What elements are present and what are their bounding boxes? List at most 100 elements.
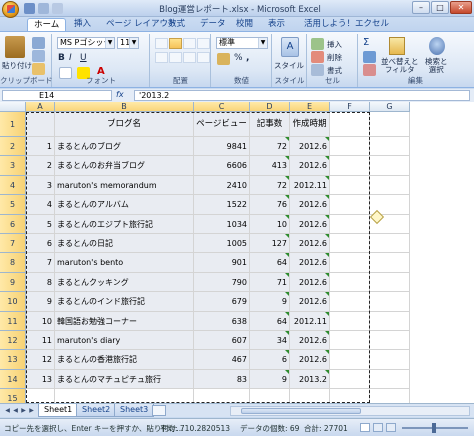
cell[interactable] <box>330 292 370 312</box>
table-cell-pv[interactable]: 6606 <box>194 156 250 176</box>
cell[interactable] <box>330 272 370 293</box>
zoom-slider-thumb[interactable] <box>432 423 436 433</box>
table-header-cell[interactable]: 記事数 <box>250 112 290 137</box>
table-cell-pv[interactable]: 467 <box>194 350 250 370</box>
table-cell-pv[interactable]: 638 <box>194 311 250 331</box>
table-cell-name[interactable]: 韓国語お勉強コーナー <box>55 311 194 331</box>
first-sheet-icon[interactable]: ◀ <box>4 406 11 415</box>
cell[interactable] <box>370 253 410 273</box>
row-header[interactable]: 10 <box>0 292 26 312</box>
table-cell-posts[interactable]: 64 <box>250 253 290 273</box>
column-header-g[interactable]: G <box>370 102 410 112</box>
redo-icon[interactable] <box>52 3 63 14</box>
table-header-cell[interactable]: ブログ名 <box>55 112 194 137</box>
cell[interactable] <box>370 137 410 157</box>
table-cell-posts[interactable]: 34 <box>250 331 290 351</box>
table-cell-pv[interactable]: 83 <box>194 369 250 390</box>
autosum-button[interactable]: Σ <box>363 37 369 48</box>
table-cell-date[interactable]: 2012.11 <box>290 175 330 196</box>
table-cell-name[interactable]: maruton's bento <box>55 253 194 273</box>
tab-addin[interactable]: 活用しよう！エクセル <box>298 18 395 32</box>
save-icon[interactable] <box>24 3 35 14</box>
table-cell-date[interactable]: 2012.6 <box>290 156 330 176</box>
tab-formulas[interactable]: 数式 <box>162 18 191 32</box>
last-sheet-icon[interactable]: ▶ <box>28 406 35 415</box>
font-name-select[interactable]: MS Pゴシック ▼ <box>57 37 115 49</box>
delete-cells-icon[interactable] <box>311 51 324 63</box>
table-cell-pv[interactable]: 1034 <box>194 214 250 234</box>
page-break-view-icon[interactable] <box>386 423 396 432</box>
select-all-corner[interactable] <box>0 102 26 112</box>
horizontal-scrollbar[interactable] <box>230 406 470 416</box>
table-cell-posts[interactable]: 76 <box>250 195 290 215</box>
table-cell-pv[interactable]: 2410 <box>194 175 250 196</box>
table-cell-pv[interactable]: 1005 <box>194 234 250 254</box>
table-cell-no[interactable]: 10 <box>26 311 55 331</box>
table-cell-posts[interactable]: 64 <box>250 311 290 331</box>
table-cell-date[interactable]: 2012.6 <box>290 214 330 234</box>
delete-cells-button[interactable]: 削除 <box>327 52 342 63</box>
table-cell-name[interactable]: まるとんのお弁当ブログ <box>55 156 194 176</box>
table-cell-name[interactable]: まるとんのエジプト旅行記 <box>55 214 194 234</box>
row-header[interactable]: 13 <box>0 350 26 370</box>
cell[interactable] <box>330 112 370 137</box>
table-cell-no[interactable]: 5 <box>26 214 55 234</box>
tab-home[interactable]: ホーム <box>27 18 67 32</box>
table-cell-no[interactable]: 4 <box>26 195 55 215</box>
cell[interactable] <box>370 112 410 137</box>
cell[interactable] <box>330 311 370 331</box>
column-header-e[interactable]: E <box>290 102 330 112</box>
table-cell-date[interactable]: 2012.6 <box>290 350 330 370</box>
cell[interactable] <box>330 214 370 234</box>
maximize-button[interactable]: □ <box>431 1 449 14</box>
sort-filter-icon[interactable] <box>389 37 405 55</box>
table-cell-date[interactable]: 2012.6 <box>290 292 330 312</box>
underline-button[interactable]: U <box>80 53 87 63</box>
align-center-icon[interactable] <box>169 52 182 63</box>
cell[interactable] <box>55 389 194 403</box>
table-cell-pv[interactable]: 9841 <box>194 137 250 157</box>
close-button[interactable]: ✕ <box>450 1 472 14</box>
cell[interactable] <box>370 331 410 351</box>
table-cell-date[interactable]: 2012.6 <box>290 234 330 254</box>
cell[interactable] <box>330 175 370 196</box>
row-header[interactable]: 1 <box>0 112 26 137</box>
row-header[interactable]: 6 <box>0 214 26 234</box>
insert-cells-icon[interactable] <box>311 38 324 50</box>
table-cell-posts[interactable]: 72 <box>250 175 290 196</box>
align-top-icon[interactable] <box>155 38 168 49</box>
table-cell-posts[interactable]: 6 <box>250 350 290 370</box>
row-header[interactable]: 7 <box>0 234 26 254</box>
table-cell-no[interactable]: 11 <box>26 331 55 351</box>
table-cell-name[interactable]: まるとんのアルバム <box>55 195 194 215</box>
table-cell-name[interactable]: まるとんのブログ <box>55 137 194 157</box>
table-cell-no[interactable]: 8 <box>26 272 55 293</box>
table-cell-pv[interactable]: 901 <box>194 253 250 273</box>
cell[interactable] <box>330 389 370 403</box>
undo-icon[interactable] <box>38 3 49 14</box>
find-select-button[interactable]: 検索と 選択 <box>425 58 448 74</box>
table-cell-date[interactable]: 2013.2 <box>290 369 330 390</box>
table-cell-date[interactable]: 2012.6 <box>290 195 330 215</box>
table-cell-name[interactable]: まるとんの香港旅行記 <box>55 350 194 370</box>
paste-label[interactable]: 貼り付け <box>2 60 32 71</box>
table-cell-name[interactable]: maruton's diary <box>55 331 194 351</box>
align-left-icon[interactable] <box>155 52 168 63</box>
table-cell-date[interactable]: 2012.6 <box>290 137 330 157</box>
table-cell-date[interactable]: 2012.11 <box>290 311 330 331</box>
find-select-icon[interactable] <box>429 37 445 55</box>
row-header[interactable]: 3 <box>0 156 26 176</box>
column-header-c[interactable]: C <box>194 102 250 112</box>
table-cell-posts[interactable]: 72 <box>250 137 290 157</box>
styles-icon[interactable]: A <box>281 37 299 57</box>
next-sheet-icon[interactable]: ▶ <box>20 406 27 415</box>
cell[interactable] <box>290 389 330 403</box>
percent-button[interactable]: % <box>234 53 243 63</box>
row-header[interactable]: 2 <box>0 137 26 157</box>
format-painter-icon[interactable] <box>32 63 45 75</box>
row-header[interactable]: 5 <box>0 195 26 215</box>
cell[interactable] <box>370 234 410 254</box>
table-cell-name[interactable]: まるとんのインド旅行記 <box>55 292 194 312</box>
cell[interactable] <box>370 350 410 370</box>
column-header-f[interactable]: F <box>330 102 370 112</box>
